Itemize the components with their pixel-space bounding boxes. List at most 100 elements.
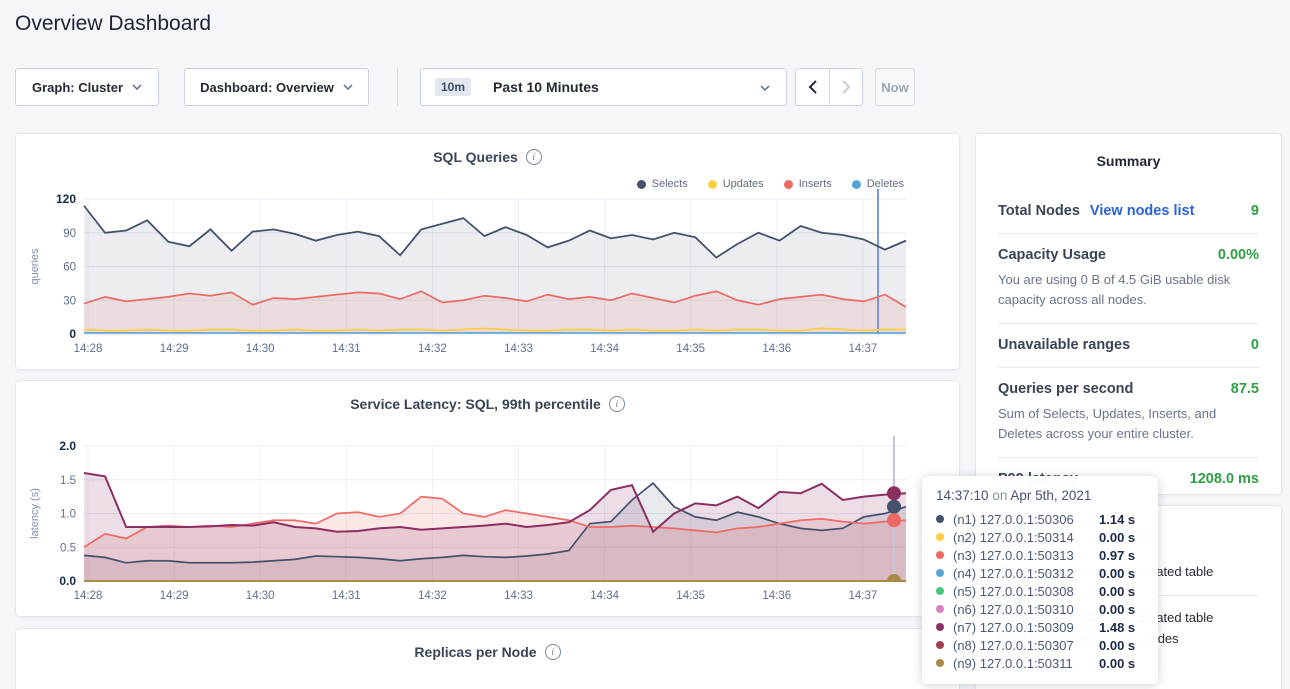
tooltip-row: (n5) 127.0.0.1:503080.00 s: [936, 582, 1144, 600]
summary-item-label: Queries per second: [998, 381, 1133, 397]
sql-queries-chart[interactable]: 14:2814:2914:3014:3114:3214:3314:3414:35…: [16, 189, 961, 367]
summary-item-label: Unavailable ranges: [998, 337, 1130, 353]
summary-list: Total Nodes View nodes list 9 Capacity Usag…: [998, 190, 1259, 501]
svg-text:14:32: 14:32: [418, 590, 447, 602]
svg-text:1.5: 1.5: [60, 475, 76, 487]
tooltip-node-label: (n1) 127.0.0.1:50306: [953, 512, 1099, 527]
sql-queries-card: SQL Queries i SelectsUpdatesInsertsDelet…: [15, 133, 960, 370]
svg-text:14:32: 14:32: [418, 343, 447, 355]
latency-hover-tooltip: 14:37:10 on Apr 5th, 2021 (n1) 127.0.0.1…: [922, 476, 1158, 684]
svg-text:14:36: 14:36: [762, 590, 791, 602]
tooltip-node-label: (n7) 127.0.0.1:50309: [953, 620, 1099, 635]
time-range-badge: 10m: [435, 78, 471, 96]
svg-text:0.5: 0.5: [60, 542, 76, 554]
chevron-down-icon: [132, 84, 142, 90]
tooltip-row: (n2) 127.0.0.1:503140.00 s: [936, 528, 1144, 546]
svg-text:14:28: 14:28: [74, 590, 103, 602]
node-color-dot-icon: [936, 569, 944, 577]
summary-item-value: 87.5: [1231, 381, 1259, 397]
tooltip-row: (n7) 127.0.0.1:503091.48 s: [936, 618, 1144, 636]
summary-item-description: You are using 0 B of 4.5 GiB usable disk…: [998, 270, 1259, 309]
tooltip-row: (n1) 127.0.0.1:503061.14 s: [936, 510, 1144, 528]
tooltip-node-value: 0.00 s: [1099, 638, 1135, 653]
node-color-dot-icon: [936, 605, 944, 613]
svg-text:14:35: 14:35: [676, 590, 705, 602]
now-button[interactable]: Now: [875, 68, 915, 106]
tooltip-node-label: (n8) 127.0.0.1:50307: [953, 638, 1099, 653]
info-icon[interactable]: i: [545, 644, 561, 660]
time-step-buttons: [795, 68, 863, 106]
graph-dropdown[interactable]: Graph: Cluster: [15, 68, 159, 106]
svg-text:14:35: 14:35: [676, 343, 705, 355]
svg-text:2.0: 2.0: [59, 439, 76, 453]
tooltip-row: (n4) 127.0.0.1:503120.00 s: [936, 564, 1144, 582]
node-color-dot-icon: [936, 551, 944, 559]
summary-item-row: Queries per second 87.5: [998, 381, 1259, 397]
svg-text:1.0: 1.0: [60, 509, 76, 521]
tooltip-node-value: 0.97 s: [1099, 548, 1135, 563]
service-latency-title: Service Latency: SQL, 99th percentile: [350, 396, 601, 412]
svg-text:14:30: 14:30: [246, 590, 275, 602]
svg-text:14:33: 14:33: [504, 343, 533, 355]
summary-item-description: Sum of Selects, Updates, Inserts, and De…: [998, 404, 1259, 443]
tooltip-row: (n8) 127.0.0.1:503070.00 s: [936, 636, 1144, 654]
tooltip-node-value: 0.00 s: [1099, 530, 1135, 545]
legend-dot-icon: [708, 180, 717, 189]
svg-text:0.0: 0.0: [59, 574, 76, 588]
svg-text:14:29: 14:29: [160, 343, 189, 355]
next-time-button[interactable]: [829, 69, 862, 105]
chevron-down-icon: [760, 85, 770, 91]
summary-item-row: Capacity Usage0.00%: [998, 247, 1259, 263]
summary-link[interactable]: View nodes list: [1090, 203, 1195, 219]
svg-text:queries: queries: [29, 248, 41, 285]
svg-text:0: 0: [69, 327, 76, 341]
time-range-label: Past 10 Minutes: [493, 79, 599, 95]
summary-item-value: 1208.0 ms: [1190, 471, 1259, 487]
tooltip-node-value: 0.00 s: [1099, 656, 1135, 671]
svg-text:14:33: 14:33: [504, 590, 533, 602]
svg-text:14:31: 14:31: [332, 590, 361, 602]
tooltip-node-value: 0.00 s: [1099, 602, 1135, 617]
info-icon[interactable]: i: [526, 149, 542, 165]
svg-text:14:36: 14:36: [762, 343, 791, 355]
service-latency-chart[interactable]: 14:28 14:29 14:30 14:31 14:32 14:33 14:34 14:35…: [16, 436, 961, 614]
chevron-right-icon: [842, 80, 851, 94]
svg-text:14:34: 14:34: [590, 590, 619, 602]
summary-item-label: Capacity Usage: [998, 247, 1106, 263]
svg-text:60: 60: [63, 262, 76, 274]
svg-text:14:34: 14:34: [590, 343, 619, 355]
tooltip-node-label: (n3) 127.0.0.1:50313: [953, 548, 1099, 563]
svg-text:14:30: 14:30: [246, 343, 275, 355]
node-color-dot-icon: [936, 641, 944, 649]
summary-item-label: Total Nodes: [998, 203, 1080, 219]
tooltip-node-value: 1.48 s: [1099, 620, 1135, 635]
summary-title: Summary: [998, 134, 1259, 169]
svg-text:90: 90: [63, 228, 76, 240]
tooltip-row: (n9) 127.0.0.1:503110.00 s: [936, 654, 1144, 672]
svg-text:14:37: 14:37: [849, 590, 878, 602]
tooltip-node-value: 0.00 s: [1099, 584, 1135, 599]
sql-queries-title: SQL Queries: [433, 149, 518, 165]
node-color-dot-icon: [936, 533, 944, 541]
time-range-dropdown[interactable]: 10m Past 10 Minutes: [420, 68, 787, 106]
graph-dropdown-label: Graph: Cluster: [32, 80, 123, 95]
tooltip-node-label: (n6) 127.0.0.1:50310: [953, 602, 1099, 617]
summary-panel: Summary Total Nodes View nodes list 9 Capac…: [975, 133, 1282, 495]
dashboard-dropdown-label: Dashboard: Overview: [200, 80, 334, 95]
svg-text:latency (s): latency (s): [29, 488, 41, 539]
legend-dot-icon: [852, 180, 861, 189]
controls-divider: [397, 68, 398, 106]
tooltip-node-value: 0.00 s: [1099, 566, 1135, 581]
svg-text:30: 30: [63, 295, 76, 307]
dashboard-dropdown[interactable]: Dashboard: Overview: [184, 68, 369, 106]
summary-item-value: 9: [1251, 203, 1259, 219]
summary-item: Capacity Usage0.00% You are using 0 B of …: [998, 234, 1259, 324]
tooltip-node-label: (n5) 127.0.0.1:50308: [953, 584, 1099, 599]
page-title: Overview Dashboard: [15, 12, 211, 36]
node-color-dot-icon: [936, 623, 944, 631]
tooltip-node-label: (n4) 127.0.0.1:50312: [953, 566, 1099, 581]
info-icon[interactable]: i: [609, 396, 625, 412]
tooltip-row: (n6) 127.0.0.1:503100.00 s: [936, 600, 1144, 618]
svg-text:14:29: 14:29: [160, 590, 189, 602]
previous-time-button[interactable]: [796, 69, 829, 105]
